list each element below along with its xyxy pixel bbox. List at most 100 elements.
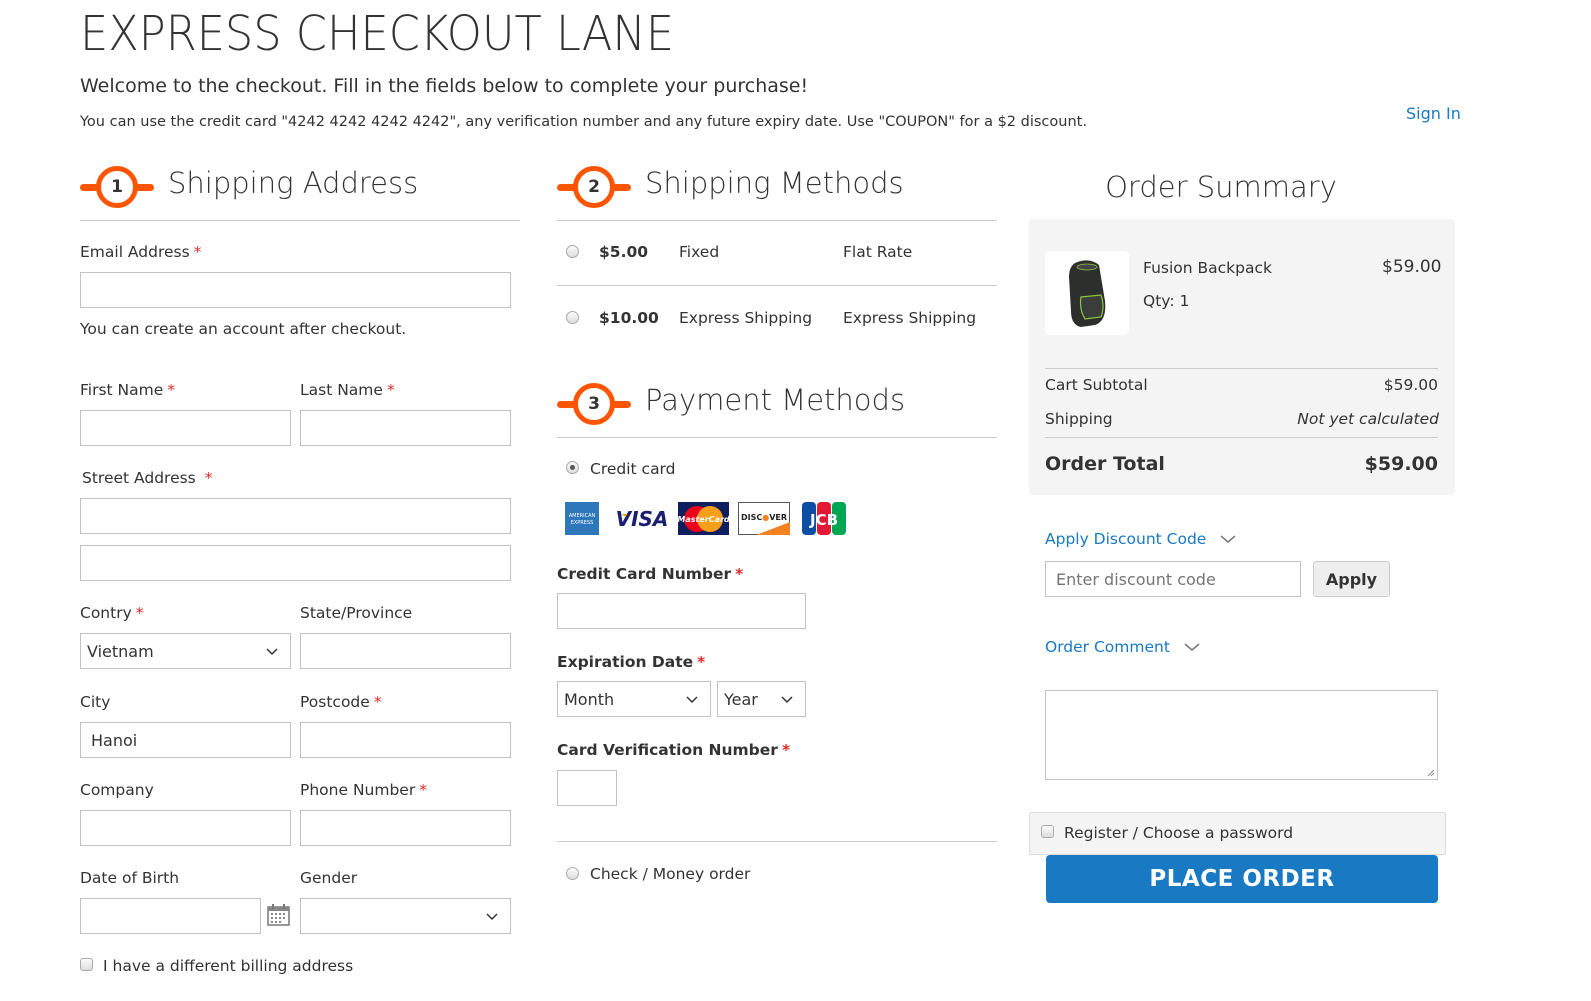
chevron-down-icon <box>1220 535 1236 543</box>
shipping-price: $5.00 <box>599 243 649 261</box>
test-card-hint: You can use the credit card "4242 4242 4… <box>80 114 1087 130</box>
first-name-field[interactable] <box>80 410 291 446</box>
payment-methods-title: Payment Methods <box>645 383 906 417</box>
chevron-down-icon <box>686 696 698 704</box>
shipping-price: $10.00 <box>599 309 659 327</box>
divider <box>80 220 520 221</box>
product-qty: Qty: 1 <box>1143 292 1190 310</box>
discover-card-icon: DISC●VER <box>738 502 790 535</box>
credit-card-radio[interactable] <box>566 461 579 474</box>
shipping-value: Not yet calculated <box>1297 410 1439 428</box>
company-field[interactable] <box>80 810 291 846</box>
step-3-badge: 3 <box>557 383 631 427</box>
page-title: EXPRESS CHECKOUT LANE <box>80 6 675 62</box>
product-image <box>1045 251 1129 335</box>
dob-field[interactable] <box>80 898 261 934</box>
gender-select[interactable] <box>300 898 511 934</box>
chevron-down-icon <box>781 696 793 704</box>
dob-label: Date of Birth <box>80 869 180 887</box>
company-label: Company <box>80 781 154 799</box>
shipping-address-header: 1 Shipping Address <box>80 166 520 221</box>
last-name-field[interactable] <box>300 410 511 446</box>
backpack-icon <box>1069 260 1106 327</box>
place-order-button[interactable]: PLACE ORDER <box>1046 855 1438 903</box>
cc-number-field[interactable] <box>557 593 806 629</box>
shipping-method-radio[interactable] <box>566 311 579 324</box>
check-money-order-label: Check / Money order <box>590 865 751 883</box>
discount-code-input[interactable] <box>1045 561 1301 597</box>
shipping-label: Shipping <box>1045 410 1113 428</box>
payment-methods-header: 3 Payment Methods <box>557 383 997 438</box>
register-label: Register / Choose a password <box>1064 824 1294 842</box>
shipping-method-name: Express Shipping <box>679 309 813 327</box>
divider <box>557 285 997 286</box>
calendar-icon[interactable] <box>267 904 290 926</box>
order-comment-textarea[interactable] <box>1045 690 1438 780</box>
svg-text:VISA: VISA <box>617 507 667 531</box>
cc-number-label: Credit Card Number * <box>557 565 744 583</box>
order-comment-toggle[interactable]: Order Comment <box>1045 638 1200 656</box>
expiration-year-select[interactable]: Year <box>717 681 806 717</box>
gender-label: Gender <box>300 869 358 887</box>
svg-text:EXPRESS: EXPRESS <box>571 520 594 526</box>
state-label: State/Province <box>300 604 413 622</box>
apply-discount-button[interactable]: Apply <box>1313 561 1390 597</box>
expiration-month-select[interactable]: Month <box>557 681 711 717</box>
last-name-label: Last Name * <box>300 381 395 399</box>
chevron-down-icon <box>486 913 498 921</box>
country-label: Contry * <box>80 604 144 622</box>
welcome-text: Welcome to the checkout. Fill in the fie… <box>80 75 809 97</box>
phone-field[interactable] <box>300 810 511 846</box>
street-address-line-1[interactable] <box>80 498 511 534</box>
street-address-line-2[interactable] <box>80 545 511 581</box>
state-field[interactable] <box>300 633 511 669</box>
divider <box>1045 437 1438 438</box>
register-checkbox[interactable] <box>1041 825 1054 838</box>
shipping-methods-title: Shipping Methods <box>645 166 904 200</box>
different-billing-label: I have a different billing address <box>103 957 354 975</box>
credit-card-label: Credit card <box>590 460 676 478</box>
sign-in-link[interactable]: Sign In <box>1406 104 1461 123</box>
product-name: Fusion Backpack <box>1143 259 1272 277</box>
svg-text:DISC●VER: DISC●VER <box>741 513 787 522</box>
country-select-value: Vietnam <box>87 641 154 661</box>
step-2-badge: 2 <box>557 166 631 210</box>
city-label: City <box>80 693 111 711</box>
email-label: Email Address * <box>80 243 202 261</box>
city-field[interactable] <box>80 722 291 758</box>
email-field[interactable] <box>80 272 511 308</box>
jcb-card-icon: JCB <box>802 502 846 535</box>
order-total-label: Order Total <box>1045 453 1165 475</box>
chevron-down-icon <box>266 648 278 656</box>
month-select-value: Month <box>564 689 615 709</box>
svg-text:AMERICAN: AMERICAN <box>569 513 596 519</box>
order-total-value: $59.00 <box>1364 453 1438 475</box>
country-select[interactable]: Vietnam <box>80 633 291 669</box>
divider <box>1045 368 1438 369</box>
shipping-carrier-name: Express Shipping <box>843 309 977 327</box>
different-billing-checkbox[interactable] <box>80 958 93 971</box>
mastercard-card-icon: MasterCard <box>678 502 729 535</box>
shipping-carrier-name: Flat Rate <box>843 243 913 261</box>
visa-card-icon: VISA <box>617 507 667 531</box>
street-address-label: Street Address * <box>82 469 213 487</box>
svg-text:MasterCard: MasterCard <box>678 515 729 524</box>
divider <box>557 841 997 842</box>
shipping-method-radio[interactable] <box>566 245 579 258</box>
postcode-field[interactable] <box>300 722 511 758</box>
check-money-order-radio[interactable] <box>566 867 579 880</box>
postcode-label: Postcode * <box>300 693 382 711</box>
amex-card-icon: AMERICAN EXPRESS <box>565 502 599 535</box>
chevron-down-icon <box>1184 643 1200 651</box>
step-1-badge: 1 <box>80 166 154 210</box>
first-name-label: First Name * <box>80 381 176 399</box>
cvv-field[interactable] <box>557 770 617 806</box>
apply-discount-toggle[interactable]: Apply Discount Code <box>1045 530 1236 548</box>
resize-handle-icon[interactable] <box>1427 769 1435 777</box>
expiration-date-label: Expiration Date * <box>557 653 706 671</box>
cart-subtotal-value: $59.00 <box>1383 376 1438 394</box>
shipping-address-title: Shipping Address <box>168 166 419 200</box>
svg-text:JCB: JCB <box>809 511 838 529</box>
product-price: $59.00 <box>1382 257 1442 277</box>
cvv-label: Card Verification Number * <box>557 741 791 759</box>
